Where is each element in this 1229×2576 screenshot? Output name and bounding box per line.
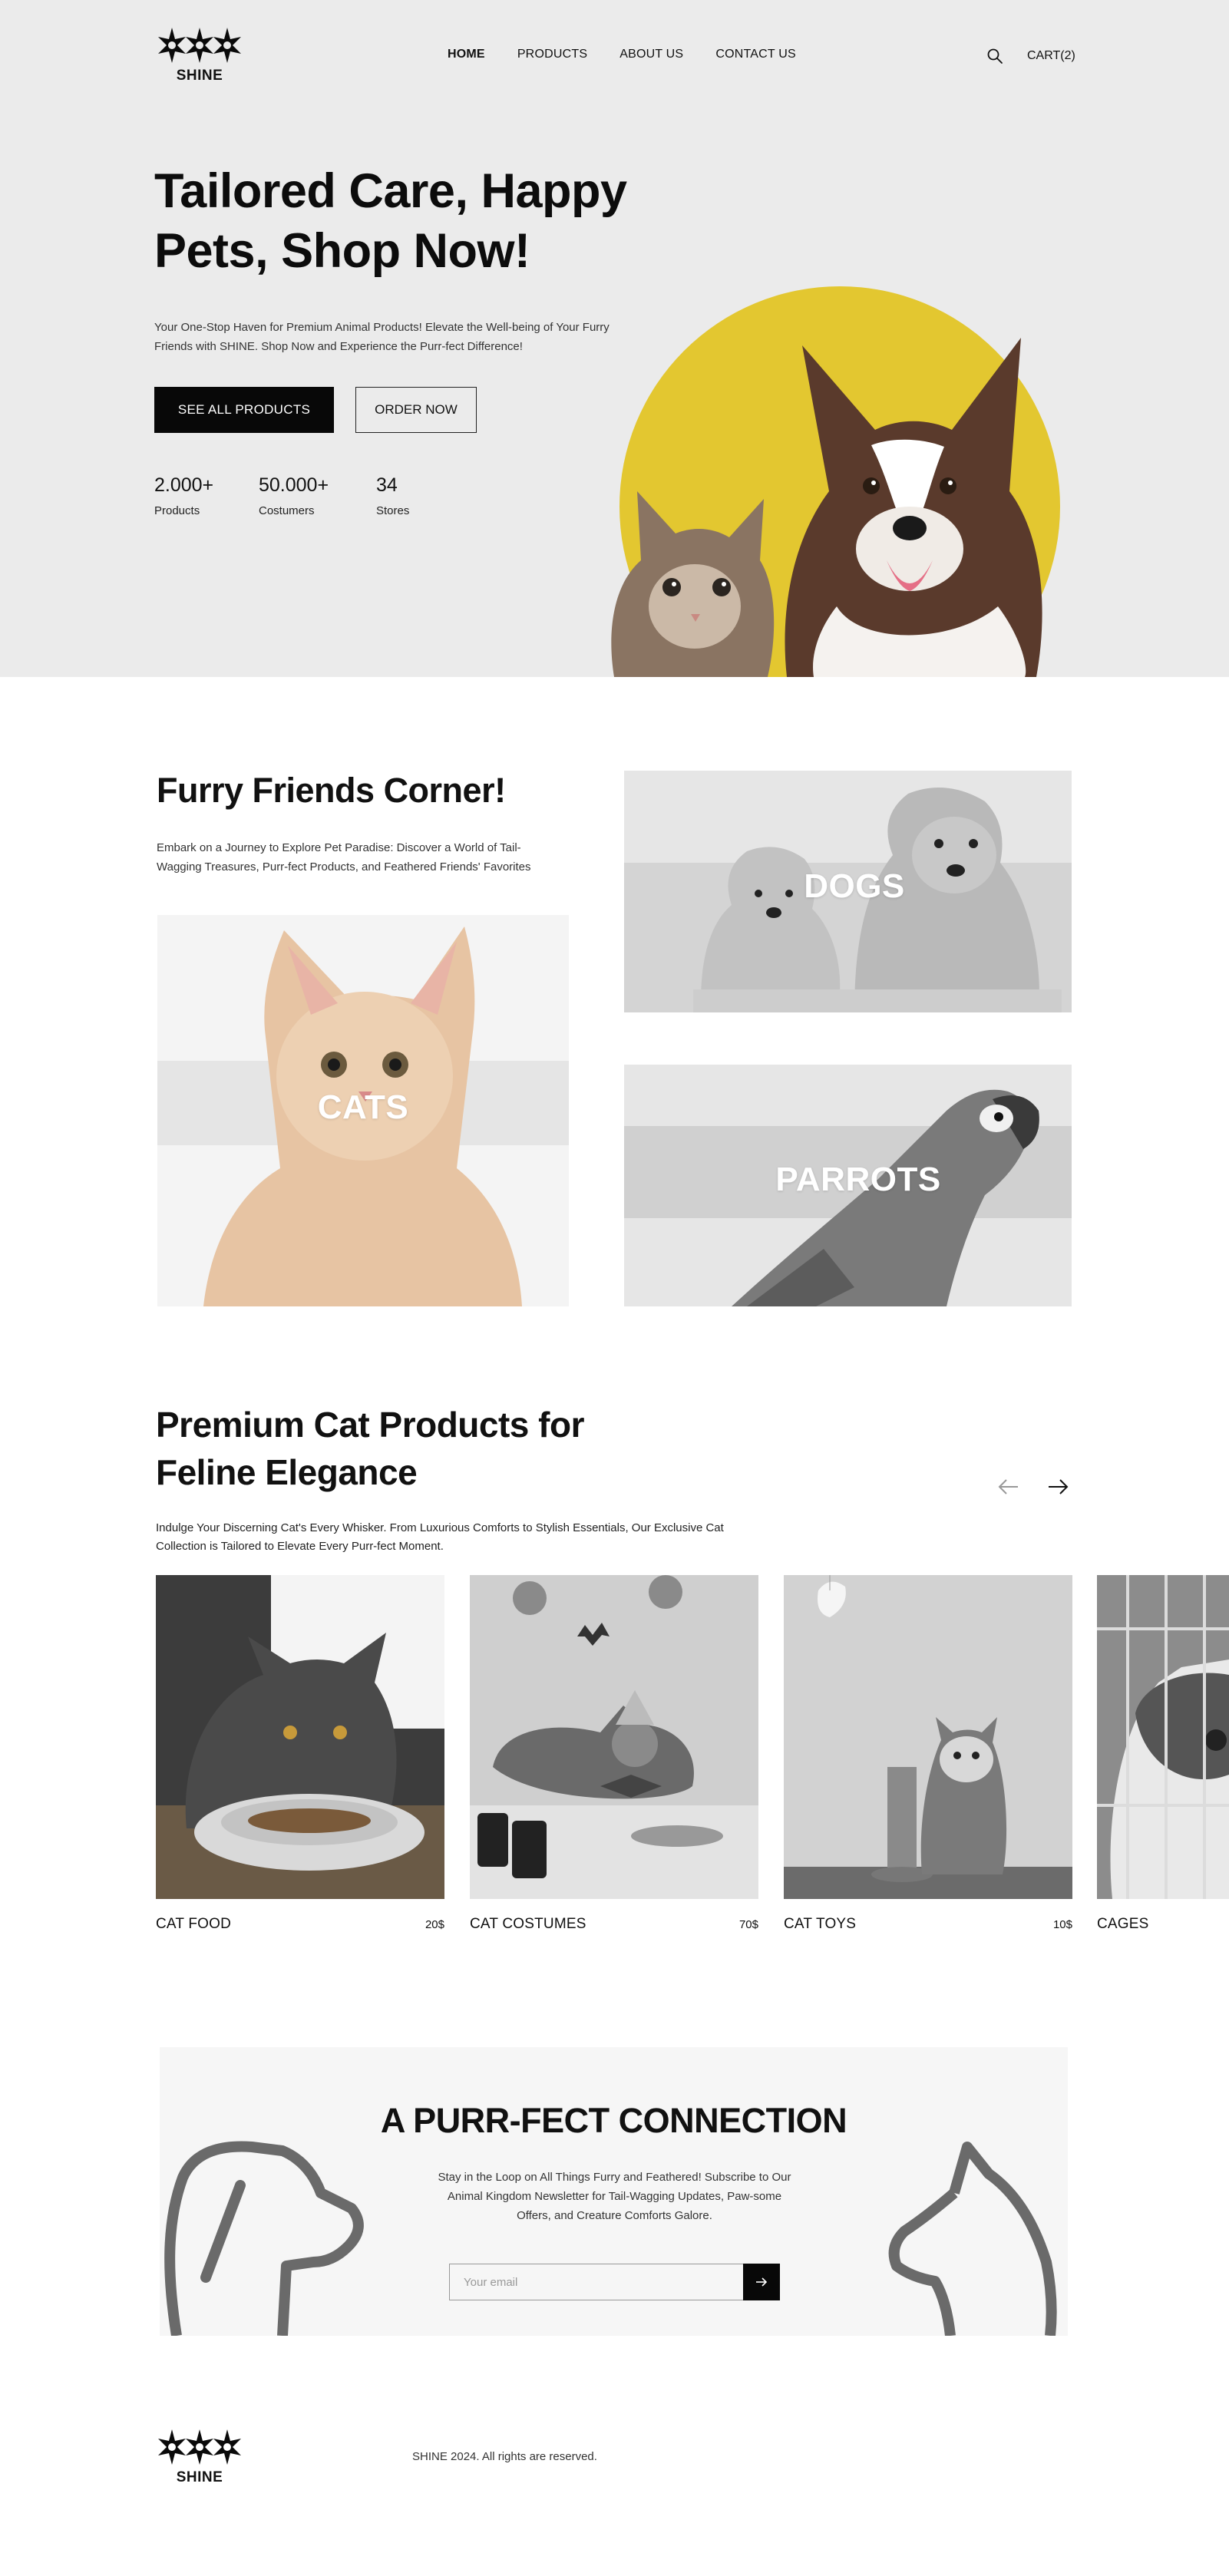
stat-label: Costumers xyxy=(259,504,315,517)
stat-value: 34 xyxy=(376,474,398,496)
logo-text: SHINE xyxy=(176,2469,223,2485)
product-card[interactable]: CAT TOYS 10$ xyxy=(784,1575,1072,1933)
furry-friends-title: Furry Friends Corner! xyxy=(157,771,506,810)
product-name: CAGES xyxy=(1097,1916,1149,1932)
subscribe-button[interactable] xyxy=(743,2264,780,2300)
nav-about-us[interactable]: ABOUT US xyxy=(619,48,683,61)
product-image xyxy=(784,1575,1072,1899)
product-name: CAT FOOD xyxy=(156,1916,232,1932)
logo-text: SHINE xyxy=(176,68,223,84)
stat-stores: 34 Stores xyxy=(376,474,409,517)
hero-pets-image xyxy=(611,286,1060,677)
furry-friends-description: Embark on a Journey to Explore Pet Parad… xyxy=(157,841,531,874)
cart-link[interactable]: CART(2) xyxy=(1027,49,1075,63)
product-card[interactable]: CAGES xyxy=(1097,1575,1229,1933)
cat-products-title: Premium Cat Products for Feline Elegance xyxy=(156,1405,585,1492)
stat-customers: 50.000+ Costumers xyxy=(259,474,329,517)
product-name: CAT TOYS xyxy=(784,1916,857,1932)
product-price: 20$ xyxy=(425,1918,444,1931)
tile-label-dogs: DOGS xyxy=(804,867,905,905)
nav-home[interactable]: HOME xyxy=(448,48,485,61)
logo-stars-icon xyxy=(158,28,241,63)
stat-label: Stores xyxy=(376,504,410,517)
main-nav: HOME PRODUCTS ABOUT US CONTACT US xyxy=(448,48,828,61)
arrow-right-icon xyxy=(756,2277,768,2287)
tile-label-parrots: PARROTS xyxy=(775,1161,941,1198)
tile-label-cats: CATS xyxy=(317,1088,409,1126)
product-price: 10$ xyxy=(1052,1918,1072,1931)
hero-description: Your One-Stop Haven for Premium Animal P… xyxy=(154,321,610,353)
dog-outline-icon xyxy=(164,2141,364,2336)
order-now-button[interactable]: ORDER NOW xyxy=(355,387,477,433)
hero-section: SHINE HOME PRODUCTS ABOUT US CONTACT US … xyxy=(0,0,1229,677)
nav-contact-us[interactable]: CONTACT US xyxy=(715,48,796,61)
newsletter-form xyxy=(449,2264,780,2300)
category-tile-parrots[interactable]: PARROTS xyxy=(624,1065,1072,1306)
cat-products-description: Indulge Your Discerning Cat's Every Whis… xyxy=(156,1521,724,1553)
see-all-products-button[interactable]: SEE ALL PRODUCTS xyxy=(154,387,334,433)
product-card[interactable]: CAT FOOD 20$ xyxy=(156,1575,444,1933)
nav-products[interactable]: PRODUCTS xyxy=(517,48,587,61)
hero-title: Tailored Care, Happy Pets, Shop Now! xyxy=(154,164,627,278)
category-tile-dogs[interactable]: DOGS xyxy=(624,771,1072,1012)
logo[interactable]: SHINE xyxy=(157,26,242,84)
category-tile-cats[interactable]: CATS xyxy=(157,915,569,1306)
newsletter-section: A PURR-FECT CONNECTION Stay in the Loop … xyxy=(160,2047,1068,2336)
copyright-text: SHINE 2024. All rights are reserved. xyxy=(412,2450,597,2463)
cat-outline-icon xyxy=(888,2142,1057,2336)
stat-value: 2.000+ xyxy=(154,474,214,496)
stat-value: 50.000+ xyxy=(259,474,329,496)
stat-products: 2.000+ Products xyxy=(154,474,213,517)
email-field[interactable] xyxy=(449,2264,743,2300)
product-image xyxy=(156,1575,444,1899)
product-price: 70$ xyxy=(738,1918,758,1931)
product-card[interactable]: CAT COSTUMES 70$ xyxy=(470,1575,758,1933)
arrow-right-icon[interactable] xyxy=(1046,1474,1072,1500)
logo-stars-icon xyxy=(158,2429,241,2465)
stat-label: Products xyxy=(154,504,200,517)
product-name: CAT COSTUMES xyxy=(470,1916,586,1932)
newsletter-description: Stay in the Loop on All Things Furry and… xyxy=(438,2171,791,2222)
newsletter-title: A PURR-FECT CONNECTION xyxy=(380,2101,847,2140)
search-icon[interactable] xyxy=(986,48,1003,64)
product-image xyxy=(1097,1575,1229,1899)
product-image xyxy=(470,1575,758,1899)
footer-logo[interactable]: SHINE xyxy=(157,2428,242,2486)
arrow-left-icon[interactable] xyxy=(995,1474,1021,1500)
